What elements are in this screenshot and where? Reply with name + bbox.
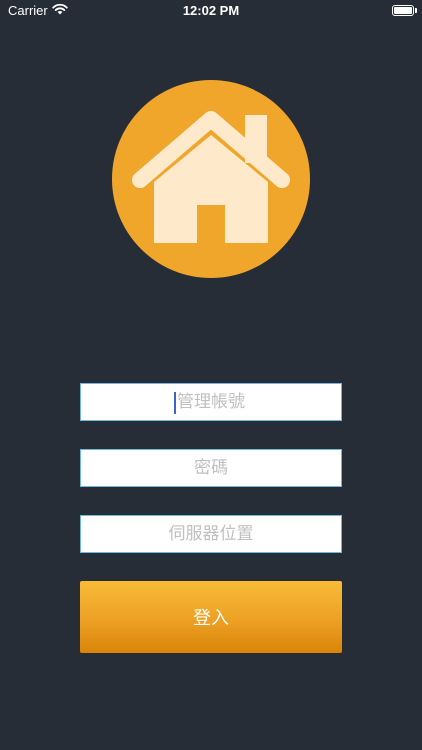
battery-nub [415,8,417,13]
login-button[interactable]: 登入 [80,581,342,653]
app-logo [112,80,310,278]
clock: 12:02 PM [182,3,240,18]
status-bar: Carrier 12:02 PM [0,0,422,22]
login-button-label: 登入 [193,608,229,629]
account-field[interactable] [80,383,342,421]
password-input[interactable] [81,450,341,486]
password-field[interactable] [80,449,342,487]
server-input[interactable] [81,516,341,552]
account-input[interactable] [81,384,341,420]
text-caret [174,392,176,414]
battery-icon [392,5,414,16]
server-field[interactable] [80,515,342,553]
battery-level [394,7,412,14]
house-icon [132,111,290,243]
login-screen: Carrier 12:02 PM 登入 [0,0,422,750]
